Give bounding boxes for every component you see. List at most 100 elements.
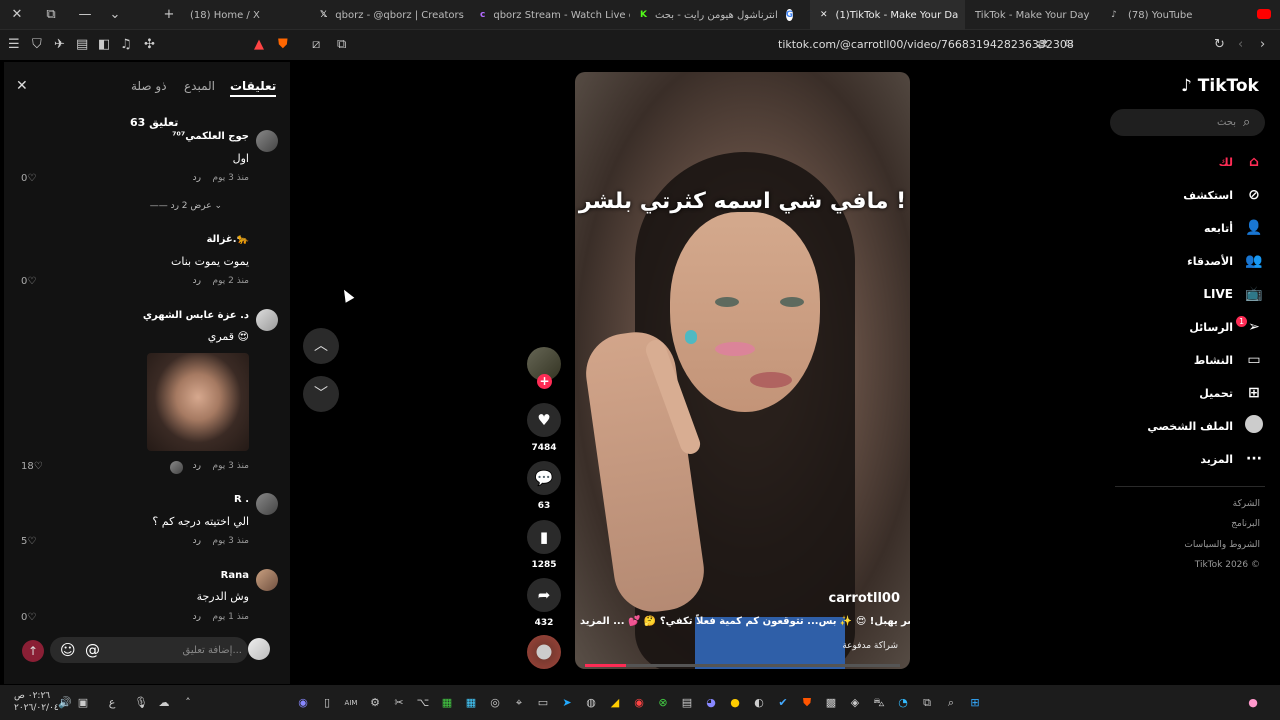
reply-button[interactable]: رد bbox=[193, 536, 201, 546]
rocket-icon[interactable]: ✈ bbox=[54, 37, 65, 52]
file-icon[interactable]: ▯ bbox=[320, 696, 334, 710]
task-view-icon[interactable]: ⧉ bbox=[920, 696, 934, 710]
back-icon[interactable]: › bbox=[1260, 37, 1265, 52]
tab-kick-stream[interactable]: c qborz Stream - Watch Live on bbox=[470, 0, 630, 30]
language-indicator[interactable]: ع bbox=[105, 696, 119, 710]
tab-youtube[interactable]: ♪ (78) YouTube bbox=[1098, 0, 1248, 30]
extensions-icon[interactable]: ✣ bbox=[144, 37, 155, 52]
menu-icon[interactable]: ☰ bbox=[8, 37, 20, 52]
sidebar-item-friends[interactable]: الأصدقاء 👥 bbox=[1140, 249, 1265, 273]
footer-link[interactable]: الشروط والسياسات bbox=[1184, 540, 1260, 550]
network-icon[interactable]: ▣ bbox=[76, 696, 90, 710]
tab-comments[interactable]: تعليقات bbox=[230, 79, 277, 97]
brave-icon[interactable]: ⛊ bbox=[800, 696, 814, 710]
avatar[interactable] bbox=[256, 130, 278, 152]
avatar[interactable] bbox=[256, 569, 278, 591]
app-icon[interactable]: ✔ bbox=[776, 696, 790, 710]
volume-icon[interactable]: 🔊 bbox=[58, 696, 72, 710]
send-comment-button[interactable]: ↑ bbox=[22, 640, 44, 662]
xbox-icon[interactable]: ⊗ bbox=[656, 696, 670, 710]
comment-image[interactable] bbox=[147, 353, 249, 451]
tab-tiktok[interactable]: TikTok - Make Your Day bbox=[965, 0, 1095, 30]
video-progress-bar[interactable] bbox=[585, 664, 900, 667]
view-replies-button[interactable]: —— عرض 2 رد ⌄ bbox=[150, 201, 222, 211]
sidebar-item-more[interactable]: المزيد ··· bbox=[1140, 447, 1265, 471]
sidebar-icon[interactable]: ◧ bbox=[98, 37, 110, 52]
avatar[interactable] bbox=[256, 309, 278, 331]
like-count[interactable]: 5♡ bbox=[21, 536, 36, 547]
cloud-icon[interactable]: ☁ bbox=[157, 696, 171, 710]
app-icon[interactable]: ✂ bbox=[392, 696, 406, 710]
telegram-icon[interactable]: ➤ bbox=[560, 696, 574, 710]
close-icon[interactable]: ✕ bbox=[16, 78, 34, 96]
edge-icon[interactable]: ◔ bbox=[896, 696, 910, 710]
comment-author[interactable]: Rana bbox=[221, 570, 249, 581]
url-field[interactable]: tiktok.com/@carrotll00/video/76683194282… bbox=[778, 38, 1074, 51]
reader-icon[interactable]: ▤ bbox=[76, 37, 88, 52]
follow-button[interactable]: + bbox=[537, 374, 552, 389]
brave-rewards-icon[interactable]: ▲ bbox=[254, 37, 264, 52]
reply-button[interactable]: رد bbox=[193, 276, 201, 286]
footer-link[interactable]: البرنامج bbox=[1231, 519, 1260, 529]
windows-start-icon[interactable]: ⊞ bbox=[968, 696, 982, 710]
search-input[interactable] bbox=[1110, 109, 1265, 136]
sidebar-item-activity[interactable]: النشاط ▭ bbox=[1140, 348, 1265, 372]
tab-creator[interactable]: المبدع bbox=[184, 79, 215, 97]
app-icon[interactable]: AIM bbox=[344, 696, 358, 710]
app-icon[interactable]: ⌖ bbox=[512, 696, 526, 710]
mention-icon[interactable]: @ bbox=[85, 641, 100, 659]
video-caption[interactable]: هالبلاشر يهبل! 😍 ✨ بس... تتوقعون كم كمية… bbox=[580, 616, 910, 627]
app-icon[interactable]: ◎ bbox=[488, 696, 502, 710]
comment-button[interactable]: 💬 bbox=[527, 461, 561, 495]
like-count[interactable]: 0♡ bbox=[21, 612, 36, 623]
tab-tiktok-active[interactable]: ✕ (1)TikTok - Make Your Da bbox=[810, 0, 965, 30]
app-icon[interactable]: ⚙ bbox=[368, 696, 382, 710]
sidebar-item-explore[interactable]: استكشف ⊘ bbox=[1140, 183, 1265, 207]
brave-shield-icon[interactable]: ⛊ bbox=[278, 37, 288, 52]
app-icon[interactable]: ▦ bbox=[464, 696, 478, 710]
shield-icon[interactable]: ⛉ bbox=[32, 37, 42, 52]
like-count[interactable]: 18♡ bbox=[21, 461, 43, 472]
music-disc-icon[interactable] bbox=[527, 635, 561, 669]
translate-icon[interactable]: ⧉ bbox=[337, 37, 346, 52]
avatar[interactable] bbox=[256, 493, 278, 515]
close-tab-icon[interactable]: ✕ bbox=[820, 9, 828, 21]
app-icon[interactable]: ▤ bbox=[680, 696, 694, 710]
site-settings-icon[interactable]: ⇄ bbox=[1037, 37, 1048, 52]
tab-x-home[interactable]: (18) Home / X bbox=[180, 0, 310, 30]
minimize-icon[interactable]: — bbox=[68, 0, 102, 30]
notification-icon[interactable]: ● bbox=[1246, 696, 1260, 710]
tab-related[interactable]: ذو صلة bbox=[131, 79, 167, 97]
sidebar-item-profile[interactable]: الملف الشخصي bbox=[1140, 414, 1265, 438]
comment-author[interactable]: R . bbox=[234, 494, 249, 505]
like-count[interactable]: 0♡ bbox=[21, 276, 36, 287]
sidebar-item-following[interactable]: أتابعه 👤 bbox=[1140, 216, 1265, 240]
app-icon[interactable]: ▦ bbox=[440, 696, 454, 710]
search-icon[interactable]: ⌕ bbox=[1243, 115, 1250, 130]
comment-placeholder[interactable]: إضافة تعليق... bbox=[183, 645, 242, 656]
previous-video-button[interactable]: ︿ bbox=[303, 328, 339, 364]
share-button[interactable]: ➦ bbox=[527, 578, 561, 612]
reply-button[interactable]: رد bbox=[193, 173, 201, 183]
chevron-down-icon[interactable]: ⌄ bbox=[98, 0, 132, 30]
sidebar-item-upload[interactable]: تحميل ⊞ bbox=[1140, 381, 1265, 405]
store-icon[interactable]: ⛍ bbox=[872, 696, 886, 710]
discord-icon[interactable]: ◕ bbox=[704, 696, 718, 710]
reload-icon[interactable]: ↻ bbox=[1214, 37, 1225, 52]
comment-author[interactable]: غزالة.🐆 bbox=[206, 234, 249, 245]
save-button[interactable]: ▮ bbox=[527, 520, 561, 554]
app-icon[interactable]: ◢ bbox=[608, 696, 622, 710]
reply-button[interactable]: رد bbox=[193, 461, 201, 471]
next-video-button[interactable]: ﹀ bbox=[303, 376, 339, 412]
close-window-icon[interactable]: ✕ bbox=[0, 0, 34, 30]
search-icon[interactable]: ⌕ bbox=[944, 696, 958, 710]
tab-x-qborz[interactable]: 𝕏 qborz - @qborz | Creators bbox=[310, 0, 470, 30]
tab-google-search[interactable]: K انترناشول هيومن رايت - بحث G bbox=[630, 0, 805, 30]
app-icon[interactable]: ◉ bbox=[296, 696, 310, 710]
tab-group-icon[interactable]: ⧉ bbox=[34, 0, 68, 30]
sidebar-item-for-you[interactable]: لك ⌂ bbox=[1140, 150, 1265, 174]
tiktok-logo[interactable]: ♪ TikTok bbox=[1181, 76, 1259, 96]
video-username[interactable]: carrotll00 bbox=[829, 591, 900, 606]
app-icon[interactable]: ◍ bbox=[584, 696, 598, 710]
app-icon[interactable]: ◈ bbox=[848, 696, 862, 710]
